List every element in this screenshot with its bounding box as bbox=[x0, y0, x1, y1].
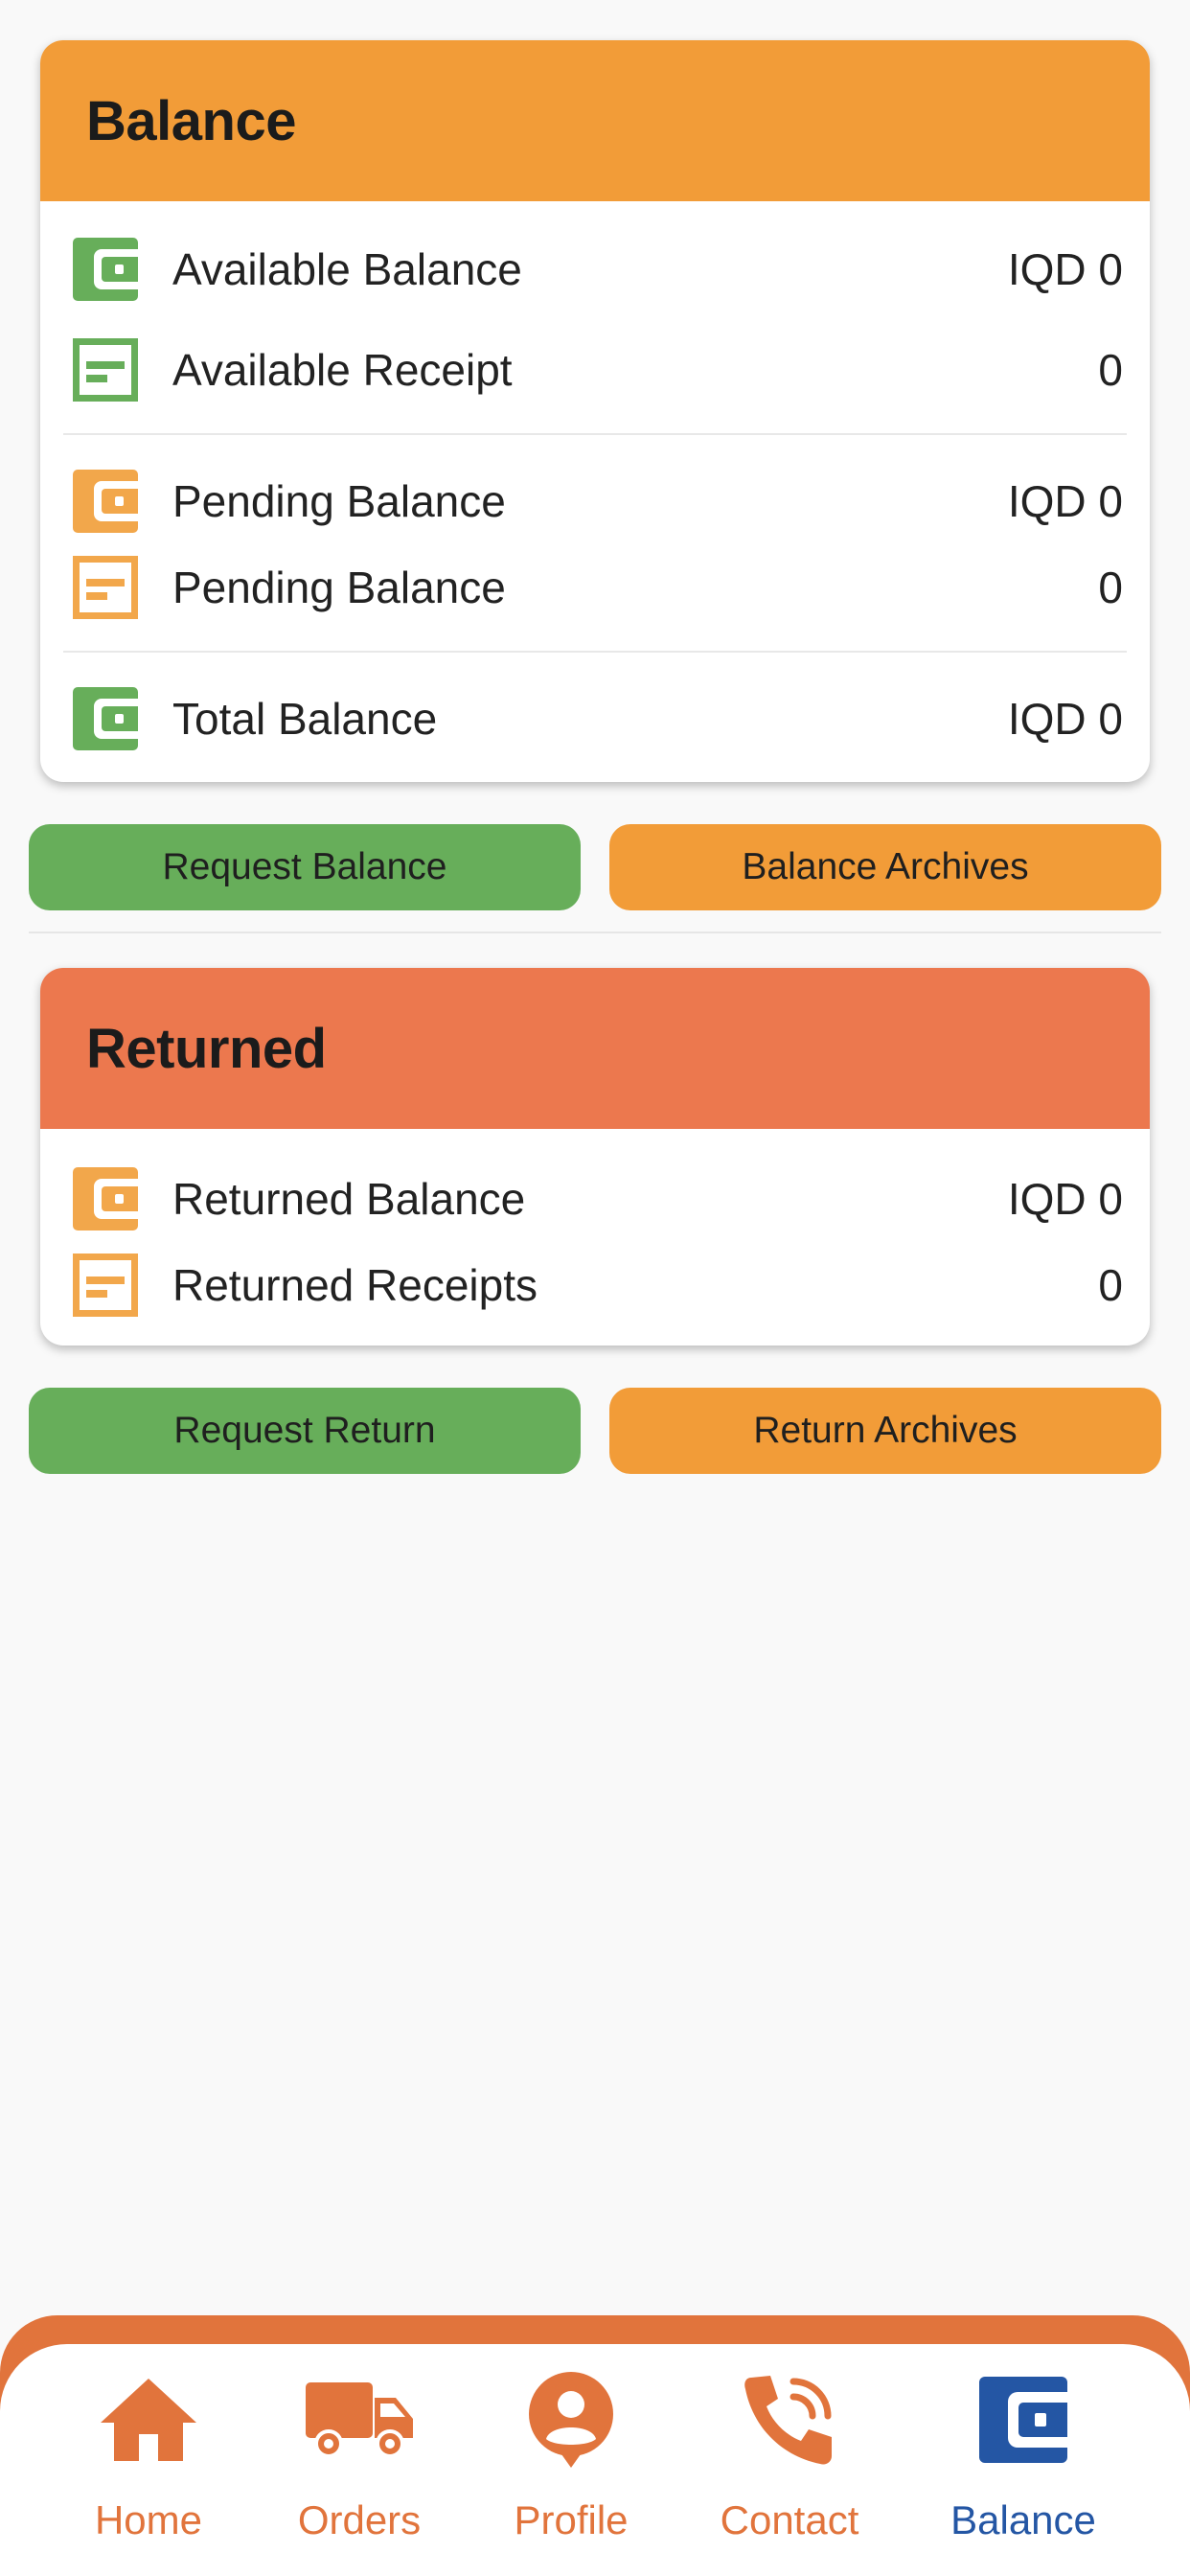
nav-item-home[interactable]: Home bbox=[43, 2344, 254, 2576]
home-icon bbox=[91, 2367, 206, 2472]
balance-card-header: Balance bbox=[40, 40, 1150, 201]
nav-label-orders: Orders bbox=[297, 2497, 422, 2542]
returned-balance-value: IQD 0 bbox=[1007, 1174, 1123, 1224]
pending-receipt-label: Pending Balance bbox=[172, 563, 506, 612]
available-balance-label: Available Balance bbox=[172, 244, 522, 294]
total-balance-value: IQD 0 bbox=[1007, 694, 1123, 744]
truck-icon bbox=[302, 2367, 417, 2472]
nav-label-balance: Balance bbox=[950, 2497, 1096, 2542]
divider bbox=[63, 433, 1127, 435]
pending-balance-label: Pending Balance bbox=[172, 476, 506, 526]
return-archives-button[interactable]: Return Archives bbox=[609, 1388, 1161, 1474]
pending-receipt-row: Pending Balance 0 bbox=[40, 554, 1150, 621]
returned-card-header: Returned bbox=[40, 968, 1150, 1129]
pending-balance-value: IQD 0 bbox=[1007, 476, 1123, 526]
wallet-icon bbox=[72, 236, 139, 303]
returned-receipts-row: Returned Receipts 0 bbox=[40, 1252, 1150, 1319]
phone-icon bbox=[732, 2367, 847, 2472]
nav-label-contact: Contact bbox=[720, 2497, 859, 2542]
receipt-icon bbox=[72, 554, 139, 621]
nav-label-profile: Profile bbox=[514, 2497, 629, 2542]
request-balance-button[interactable]: Request Balance bbox=[29, 824, 581, 910]
balance-archives-button[interactable]: Balance Archives bbox=[609, 824, 1161, 910]
nav-item-contact[interactable]: Contact bbox=[684, 2344, 895, 2576]
available-receipt-row: Available Receipt 0 bbox=[40, 336, 1150, 403]
nav-item-profile[interactable]: Profile bbox=[466, 2344, 676, 2576]
pending-receipt-value: 0 bbox=[1098, 563, 1123, 612]
returned-receipts-label: Returned Receipts bbox=[172, 1260, 538, 1310]
balance-card-title: Balance bbox=[86, 89, 296, 152]
divider bbox=[63, 651, 1127, 653]
total-balance-label: Total Balance bbox=[172, 694, 438, 744]
wallet-icon bbox=[72, 468, 139, 535]
available-balance-row: Available Balance IQD 0 bbox=[40, 236, 1150, 303]
pending-balance-row: Pending Balance IQD 0 bbox=[40, 468, 1150, 535]
wallet-icon bbox=[72, 1165, 139, 1232]
receipt-icon bbox=[72, 1252, 139, 1319]
profile-icon bbox=[514, 2367, 629, 2472]
section-divider bbox=[29, 932, 1161, 933]
balance-card: Balance Available Balance IQD 0 Availabl… bbox=[40, 40, 1150, 782]
wallet-icon bbox=[72, 685, 139, 752]
wallet-icon bbox=[966, 2367, 1081, 2472]
returned-card-title: Returned bbox=[86, 1017, 327, 1080]
receipt-icon bbox=[72, 336, 139, 403]
nav-item-orders[interactable]: Orders bbox=[254, 2344, 465, 2576]
available-balance-value: IQD 0 bbox=[1007, 244, 1123, 294]
returned-card: Returned Returned Balance IQD 0 Returned… bbox=[40, 968, 1150, 1346]
returned-balance-row: Returned Balance IQD 0 bbox=[40, 1165, 1150, 1232]
bottom-nav: Home Orders Profile Contact Balance bbox=[0, 2344, 1190, 2576]
total-balance-row: Total Balance IQD 0 bbox=[40, 685, 1150, 752]
request-return-button[interactable]: Request Return bbox=[29, 1388, 581, 1474]
returned-balance-label: Returned Balance bbox=[172, 1174, 526, 1224]
nav-item-balance[interactable]: Balance bbox=[918, 2344, 1129, 2576]
returned-receipts-value: 0 bbox=[1098, 1260, 1123, 1310]
nav-label-home: Home bbox=[94, 2497, 203, 2542]
available-receipt-label: Available Receipt bbox=[172, 345, 513, 395]
available-receipt-value: 0 bbox=[1098, 345, 1123, 395]
